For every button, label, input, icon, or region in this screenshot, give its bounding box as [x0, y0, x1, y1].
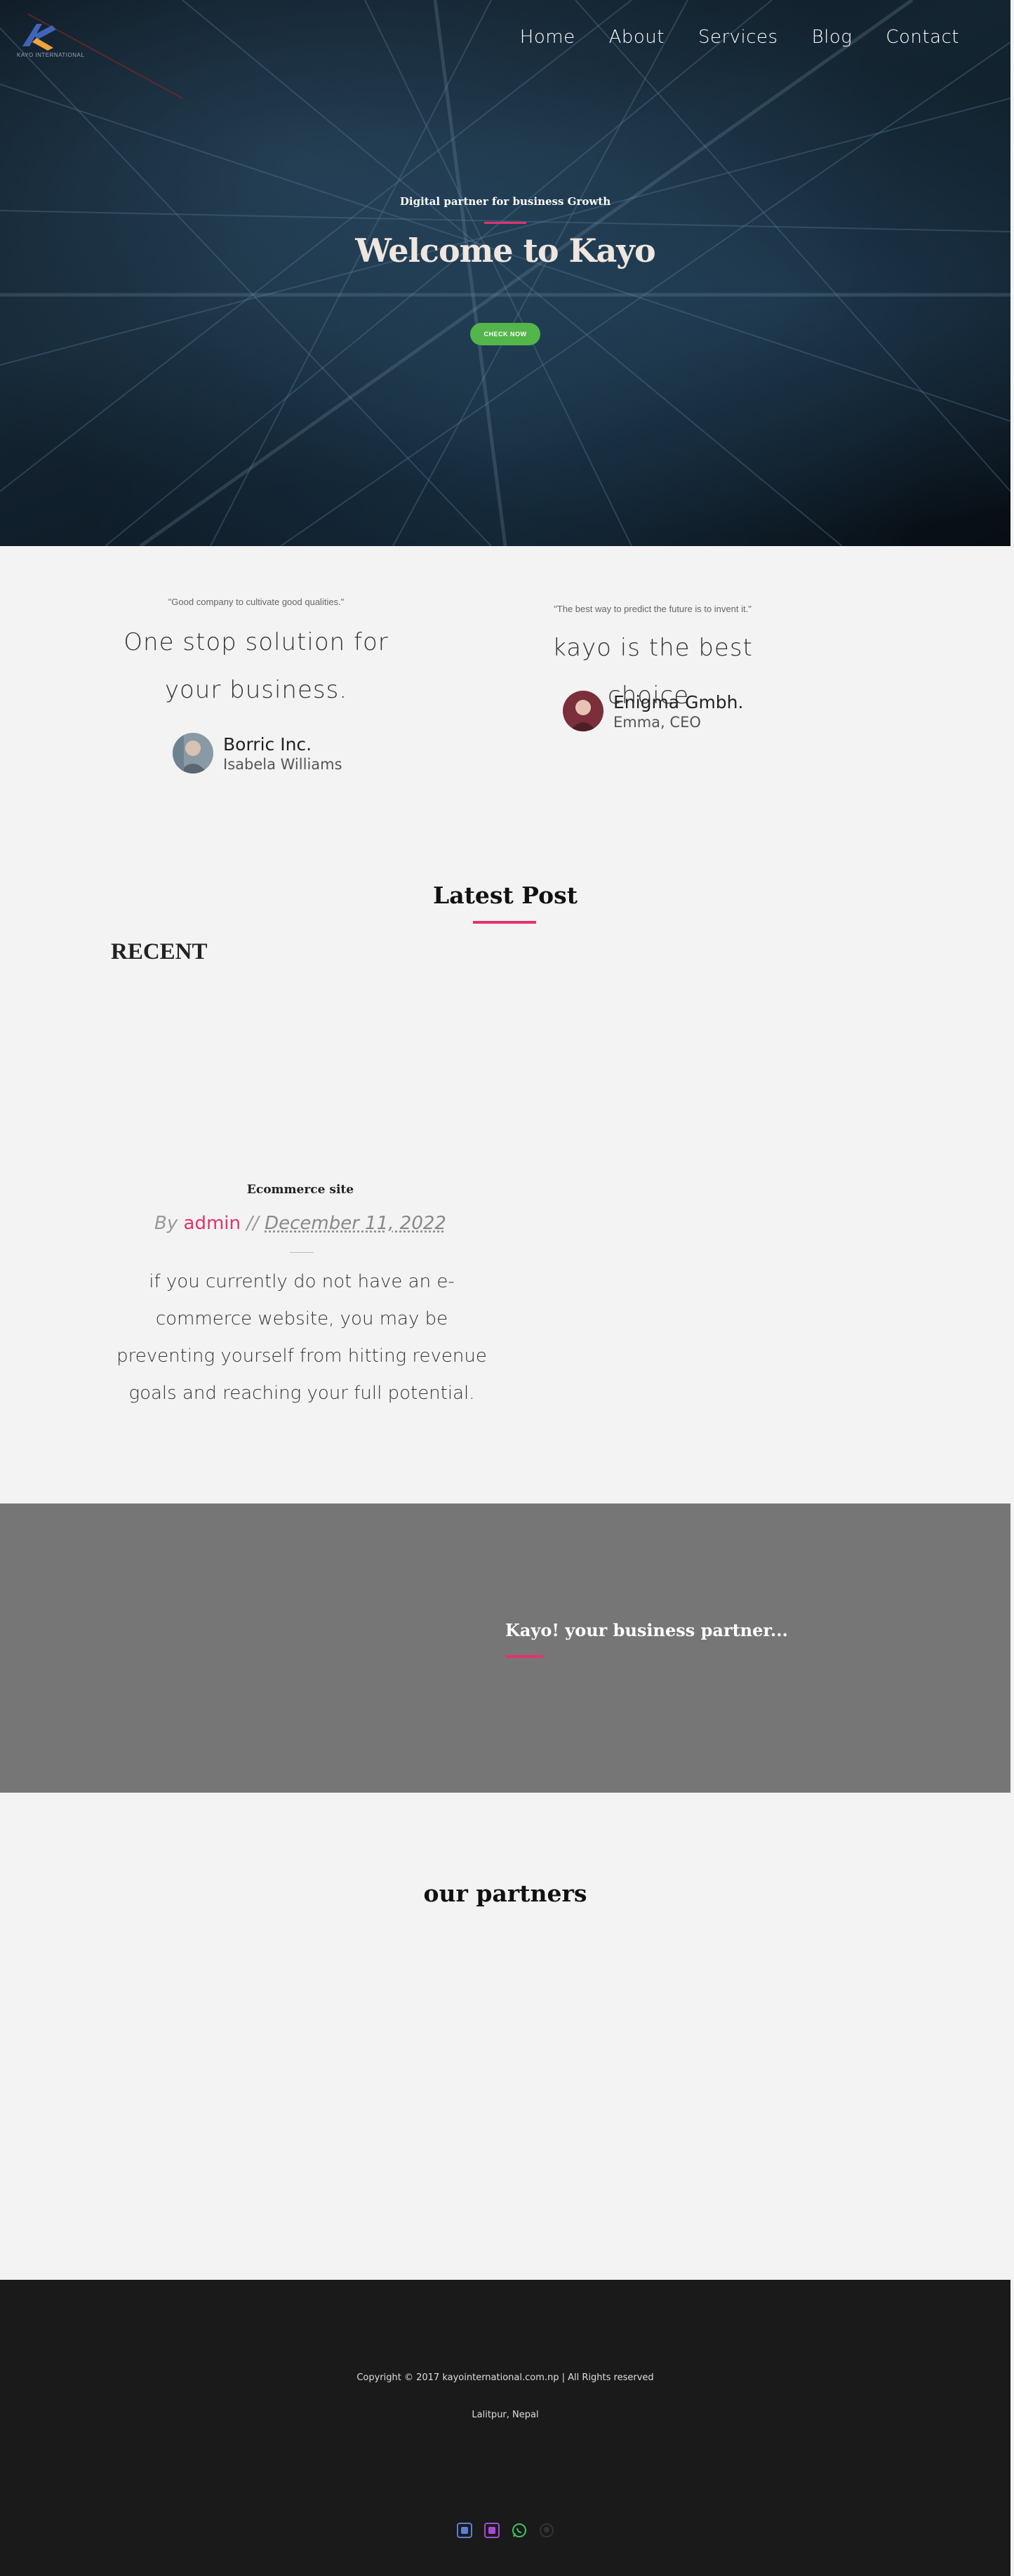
hero-section — [0, 0, 1010, 546]
testimonial-1: "Good company to cultivate good qualitie… — [105, 597, 407, 714]
hero-overlay — [0, 0, 1010, 546]
whatsapp-icon[interactable] — [511, 2522, 528, 2539]
post-meta: By admin // December 11, 2022 — [111, 1213, 490, 1234]
github-icon[interactable] — [538, 2522, 555, 2539]
post-excerpt: if you currently do not have an e-commer… — [116, 1271, 487, 1404]
banner-section — [0, 1503, 1010, 1793]
latest-post-title: Latest Post — [433, 882, 578, 909]
footer-copyright: Copyright © 2017 kayointernational.com.n… — [356, 2372, 654, 2383]
check-now-button[interactable]: CHECK NOW — [470, 323, 540, 345]
testimonial-person: Emma, CEO — [613, 713, 701, 731]
avatar — [173, 733, 213, 774]
hero-tagline: Digital partner for business Growth — [399, 195, 611, 208]
social-links — [456, 2522, 555, 2539]
post-divider — [290, 1252, 314, 1253]
banner-accent-line — [505, 1655, 543, 1658]
testimonial-person: Isabela Williams — [223, 755, 342, 773]
partners-title: our partners — [423, 1880, 587, 1907]
testimonial-company: Borric Inc. — [223, 733, 312, 755]
testimonial-quote: "The best way to predict the future is t… — [554, 604, 752, 614]
nav-home[interactable]: Home — [520, 27, 575, 48]
instagram-icon[interactable] — [483, 2522, 500, 2539]
footer-location: Lalitpur, Nepal — [472, 2410, 539, 2420]
testimonial-author-1: Borric Inc. Isabela Williams — [173, 733, 342, 774]
main-nav: Home About Services Blog Contact — [520, 27, 959, 48]
nav-about[interactable]: About — [609, 27, 665, 48]
post-author-link[interactable]: admin — [184, 1213, 241, 1234]
nav-services[interactable]: Services — [698, 27, 778, 48]
nav-blog[interactable]: Blog — [812, 27, 853, 48]
post-title[interactable]: Ecommerce site — [111, 1183, 490, 1197]
recent-label: RECENT — [111, 939, 208, 964]
avatar — [563, 691, 603, 731]
facebook-icon[interactable] — [456, 2522, 473, 2539]
testimonial-quote: "Good company to cultivate good qualitie… — [168, 597, 345, 607]
post-date-link[interactable]: December 11, 2022 — [265, 1213, 446, 1234]
latest-post-accent-line — [473, 921, 536, 924]
testimonial-author-2: Enigma Gmbh. Emma, CEO — [563, 691, 743, 731]
banner-title: Kayo! your business partner... — [505, 1620, 788, 1640]
post-meta-separator: // — [246, 1213, 259, 1234]
logo-caption: KAYO INTERNATIONAL — [17, 52, 85, 58]
testimonial-headline: One stop solution for your business. — [124, 628, 389, 704]
post-by: By — [154, 1213, 178, 1234]
hero-title: Welcome to Kayo — [355, 232, 655, 270]
testimonial-company: Enigma Gmbh. — [613, 691, 744, 712]
nav-contact[interactable]: Contact — [886, 27, 959, 48]
hero-accent-line — [484, 222, 526, 224]
